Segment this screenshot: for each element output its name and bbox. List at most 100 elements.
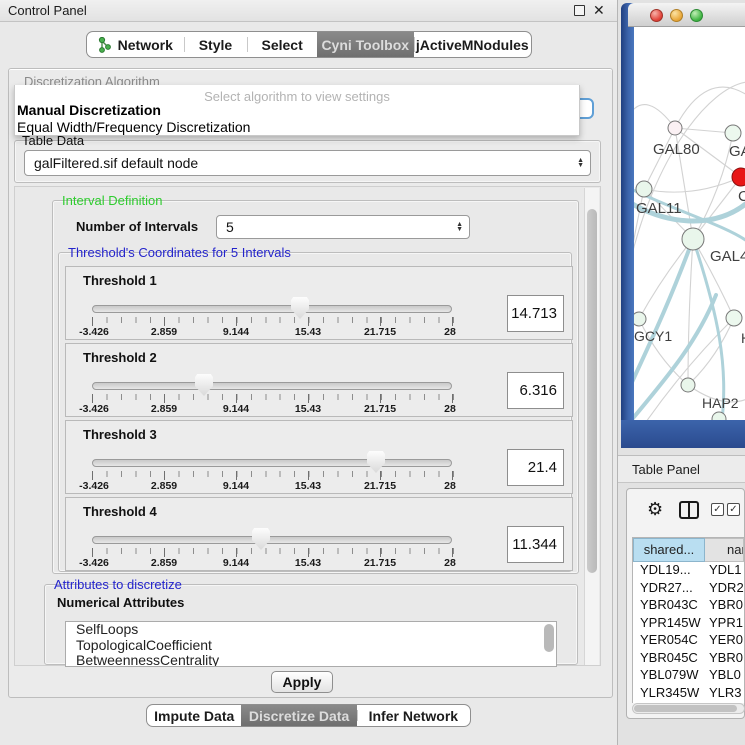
table-row[interactable]: YDR27...YDR2: [633, 580, 744, 598]
numerical-attributes-list[interactable]: SelfLoops TopologicalCoefficient Between…: [65, 621, 557, 667]
table-row[interactable]: YBL079WYBL0: [633, 667, 744, 685]
tab-style[interactable]: Style: [184, 32, 248, 57]
horizontal-scrollbar[interactable]: [632, 703, 745, 714]
tab-jactivemnodules-label: jActiveMNodules: [416, 37, 529, 53]
combo-arrows-icon: ▲▼: [456, 216, 463, 238]
vertical-scrollbar[interactable]: [584, 188, 599, 665]
table-row[interactable]: YBR043CYBR0: [633, 597, 744, 615]
column-header-name[interactable]: name: [705, 538, 744, 562]
node-gal11[interactable]: [636, 181, 652, 197]
threshold-2-slider-thumb[interactable]: [195, 374, 213, 396]
node-label: GCY1: [634, 328, 672, 344]
network-canvas[interactable]: GAL80 GA C GAL11 GAL4 GCY1 H HAP2: [634, 27, 745, 420]
zoom-traffic-light-icon[interactable]: [690, 9, 703, 22]
network-icon: [98, 37, 112, 53]
close-traffic-light-icon[interactable]: [650, 9, 663, 22]
tab-cyni-toolbox-label: Cyni Toolbox: [321, 37, 409, 53]
threshold-3-label: Threshold 3: [83, 427, 157, 442]
tab-network-label: Network: [118, 37, 173, 53]
algorithm-option-manual[interactable]: Manual Discretization: [17, 102, 161, 118]
network-window-frame: [621, 3, 634, 448]
close-icon[interactable]: ✕: [593, 2, 605, 19]
columns-icon[interactable]: [679, 501, 699, 519]
column-header-shared-name[interactable]: shared...: [633, 538, 705, 562]
node-highlighted[interactable]: [732, 168, 745, 186]
threshold-1-slider[interactable]: [92, 305, 452, 313]
threshold-3-value-field[interactable]: 21.4: [507, 449, 564, 486]
threshold-2-scale: -3.426 2.859 9.144 15.43 21.715 28: [92, 403, 452, 415]
table-row[interactable]: YLR345WYLR3: [633, 685, 744, 703]
node-h[interactable]: [726, 310, 742, 326]
threshold-3-slider-thumb[interactable]: [367, 451, 385, 473]
threshold-3-slider[interactable]: [92, 459, 452, 467]
algorithm-popup: Select algorithm to view settings Manual…: [14, 85, 580, 136]
tab-infer-network[interactable]: Infer Network: [357, 705, 470, 726]
algorithm-option-equal-width[interactable]: Equal Width/Frequency Discretization: [17, 119, 250, 135]
checkbox-icon[interactable]: ✓: [711, 503, 724, 516]
list-item[interactable]: BetweennessCentrality: [66, 653, 556, 667]
checkbox-icon[interactable]: ✓: [727, 503, 740, 516]
table-row[interactable]: YBR045CYBR0: [633, 650, 744, 668]
table-data-combobox[interactable]: galFiltered.sif default node ▲▼: [24, 150, 591, 176]
number-of-intervals-combobox[interactable]: 5 ▲▼: [216, 215, 470, 239]
list-item[interactable]: TopologicalCoefficient: [66, 638, 556, 654]
node-hap2[interactable]: [681, 378, 695, 392]
threshold-1-slider-thumb[interactable]: [291, 297, 309, 319]
tab-select-label: Select: [262, 37, 303, 53]
vertical-scrollbar-thumb[interactable]: [587, 209, 597, 573]
node-label: C: [738, 188, 745, 205]
node-gal80[interactable]: [668, 121, 682, 135]
node-table[interactable]: shared... name YDL19...YDL1 YDR27...YDR2…: [632, 537, 745, 703]
threshold-4-slider[interactable]: [92, 536, 452, 544]
tab-cyni-toolbox[interactable]: Cyni Toolbox: [317, 32, 414, 57]
threshold-4-slider-thumb[interactable]: [252, 528, 270, 550]
threshold-1-value-field[interactable]: 14.713: [507, 295, 564, 332]
tab-jactivemnodules[interactable]: jActiveMNodules: [414, 32, 531, 57]
threshold-4-value-field[interactable]: 11.344: [507, 526, 564, 563]
control-panel-titlebar[interactable]: Control Panel ✕: [0, 0, 617, 22]
combo-arrows-icon: ▲▼: [577, 151, 584, 175]
table-row[interactable]: YPR145WYPR1: [633, 615, 744, 633]
table-data-value: galFiltered.sif default node: [34, 155, 198, 171]
tab-impute-data[interactable]: Impute Data: [147, 705, 241, 726]
tab-discretize-data-label: Discretize Data: [249, 708, 349, 724]
horizontal-scrollbar-thumb[interactable]: [634, 705, 737, 712]
table-panel-title: Table Panel: [632, 462, 700, 477]
list-scrollbar-thumb[interactable]: [544, 624, 554, 652]
table-panel-titlebar[interactable]: Table Panel: [618, 455, 745, 483]
tab-discretize-data[interactable]: Discretize Data: [241, 705, 356, 726]
table-panel-body: ⚙ ✓ ✓ shared... name YDL19...YDL1 YDR27.…: [626, 488, 745, 719]
threshold-2-slider[interactable]: [92, 382, 452, 390]
apply-button[interactable]: Apply: [271, 671, 333, 693]
node-label: GAL11: [636, 200, 682, 217]
tab-select[interactable]: Select: [247, 32, 317, 57]
node-label: GAL80: [653, 141, 700, 158]
threshold-4-scale: -3.426 2.859 9.144 15.43 21.715 28: [92, 557, 452, 569]
number-of-intervals-value: 5: [226, 219, 234, 235]
gear-icon[interactable]: ⚙: [647, 499, 663, 520]
tab-network[interactable]: Network: [87, 32, 184, 57]
threshold-1-panel: Threshold 1 -3.426 2.859 9.144 15.43 21.…: [65, 266, 573, 340]
number-of-intervals-label: Number of Intervals: [74, 219, 200, 234]
thresholds-legend: Threshold's Coordinates for 5 Intervals: [66, 245, 293, 260]
threshold-2-label: Threshold 2: [83, 350, 157, 365]
node-label: GA: [729, 143, 745, 160]
threshold-2-value-field[interactable]: 6.316: [507, 372, 564, 409]
node-ga[interactable]: [725, 125, 741, 141]
node-gal4[interactable]: [682, 228, 704, 250]
tab-infer-network-label: Infer Network: [369, 708, 458, 724]
table-row[interactable]: YER054CYER0: [633, 632, 744, 650]
table-row[interactable]: YDL19...YDL1: [633, 562, 744, 580]
list-item[interactable]: SelfLoops: [66, 622, 556, 638]
numerical-attributes-label: Numerical Attributes: [55, 595, 186, 610]
float-window-icon[interactable]: [574, 5, 585, 16]
right-column: GAL80 GA C GAL11 GAL4 GCY1 H HAP2 Table …: [618, 0, 745, 745]
minimize-traffic-light-icon[interactable]: [670, 9, 683, 22]
window-title: Control Panel: [8, 3, 87, 18]
table-header-row: shared... name: [633, 538, 744, 562]
network-window-titlebar[interactable]: [628, 3, 745, 27]
node-label: H: [741, 330, 745, 346]
node-gcy1[interactable]: [634, 312, 646, 326]
network-view-window: GAL80 GA C GAL11 GAL4 GCY1 H HAP2: [621, 0, 745, 448]
tab-impute-data-label: Impute Data: [154, 708, 234, 724]
